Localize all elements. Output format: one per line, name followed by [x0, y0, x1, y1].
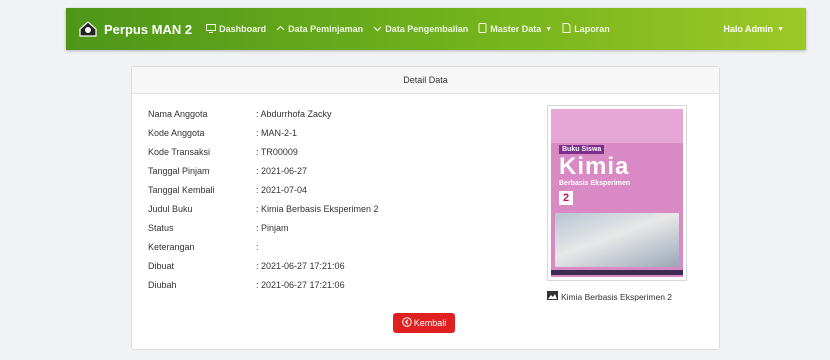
detail-row: Status : Pinjam	[148, 223, 379, 242]
cover-title: Kimia	[559, 153, 630, 180]
row-label: Tanggal Kembali	[148, 185, 215, 195]
document-icon	[562, 23, 574, 35]
brand[interactable]: Perpus MAN 2	[78, 19, 192, 39]
cover-volume: 2	[559, 191, 573, 205]
nav-menu: Dashboard Data Peminjaman Data Pengembal…	[206, 23, 620, 35]
book-cover-image: Buku Siswa Kimia Berbasis Eksperimen 2	[547, 105, 687, 281]
brand-name: Perpus MAN 2	[104, 21, 193, 37]
detail-row: Keterangan:	[148, 242, 379, 261]
book-cover: Buku Siswa Kimia Berbasis Eksperimen 2	[551, 109, 683, 277]
back-button[interactable]: Kembali	[393, 313, 455, 333]
detail-list: Nama Anggota : Abdurrhofa Zacky Kode Angg…	[148, 109, 379, 299]
row-label: Status	[148, 223, 174, 233]
book-caption: Kimia Berbasis Eksperimen 2	[547, 291, 707, 302]
monitor-icon	[206, 23, 219, 35]
top-navbar: Perpus MAN 2 Dashboard Data Peminjaman D…	[66, 8, 806, 50]
row-value: : 2021-06-27 17:21:06	[256, 261, 345, 271]
cover-footer	[551, 270, 683, 275]
cover-header	[551, 109, 683, 143]
row-label: Kode Anggota	[148, 128, 205, 138]
row-label: Keterangan	[148, 242, 195, 252]
nav-data-peminjaman[interactable]: Data Peminjaman	[276, 24, 363, 35]
chevron-up-icon	[276, 24, 288, 35]
row-value: : Kimia Berbasis Eksperimen 2	[256, 204, 379, 214]
cover-photo	[555, 213, 679, 267]
cover-subtitle: Berbasis Eksperimen	[559, 180, 631, 187]
back-icon	[401, 317, 414, 329]
detail-card: Detail Data Nama Anggota : Abdurrhofa Zac…	[131, 66, 720, 350]
row-label: Kode Transaksi	[148, 147, 211, 157]
detail-row: Judul Buku : Kimia Berbasis Eksperimen 2	[148, 204, 379, 223]
back-button-label: Kembali	[413, 318, 447, 328]
detail-row: Diubah : 2021-06-27 17:21:06	[148, 280, 379, 299]
caret-down-icon: ▼	[777, 25, 784, 33]
chevron-down-icon	[373, 24, 385, 35]
nav-master-data[interactable]: Master Data ▼	[478, 23, 552, 35]
row-label: Nama Anggota	[148, 109, 208, 119]
nav-dashboard-label: Dashboard	[219, 24, 267, 34]
row-value: :	[256, 242, 259, 252]
row-value: : TR00009	[256, 147, 298, 157]
nav-data-pengembalian-label: Data Pengembalian	[385, 24, 469, 34]
detail-row: Dibuat : 2021-06-27 17:21:06	[148, 261, 379, 280]
nav-dashboard[interactable]: Dashboard	[206, 23, 267, 35]
nav-laporan[interactable]: Laporan	[562, 23, 610, 35]
image-icon	[547, 291, 561, 302]
nav-data-pengembalian[interactable]: Data Pengembalian	[373, 24, 468, 35]
library-logo-icon	[78, 19, 98, 39]
row-value: : Abdurrhofa Zacky	[256, 109, 332, 119]
user-menu[interactable]: Halo Admin ▼	[723, 24, 784, 34]
book-caption-text: Kimia Berbasis Eksperimen 2	[561, 291, 673, 302]
row-label: Tanggal Pinjam	[148, 166, 210, 176]
row-value: : 2021-07-04	[256, 185, 308, 195]
detail-row: Kode Transaksi : TR00009	[148, 147, 379, 166]
user-greeting: Halo Admin	[723, 24, 774, 34]
nav-master-data-label: Master Data	[490, 24, 542, 34]
row-value: : Pinjam	[256, 223, 289, 233]
row-value: : 2021-06-27 17:21:06	[256, 280, 345, 290]
detail-row: Kode Anggota : MAN-2-1	[148, 128, 379, 147]
row-value: : MAN-2-1	[256, 128, 298, 138]
nav-laporan-label: Laporan	[574, 24, 610, 34]
row-label: Dibuat	[148, 261, 175, 271]
caret-down-icon: ▼	[545, 25, 553, 33]
book-icon	[478, 23, 490, 35]
row-label: Diubah	[148, 280, 177, 290]
detail-row: Nama Anggota : Abdurrhofa Zacky	[148, 109, 379, 128]
nav-data-peminjaman-label: Data Peminjaman	[288, 24, 364, 34]
detail-row: Tanggal Kembali : 2021-07-04	[148, 185, 379, 204]
detail-row: Tanggal Pinjam : 2021-06-27	[148, 166, 379, 185]
row-value: : 2021-06-27	[256, 166, 308, 176]
row-label: Judul Buku	[148, 204, 193, 214]
card-title: Detail Data	[132, 67, 719, 94]
